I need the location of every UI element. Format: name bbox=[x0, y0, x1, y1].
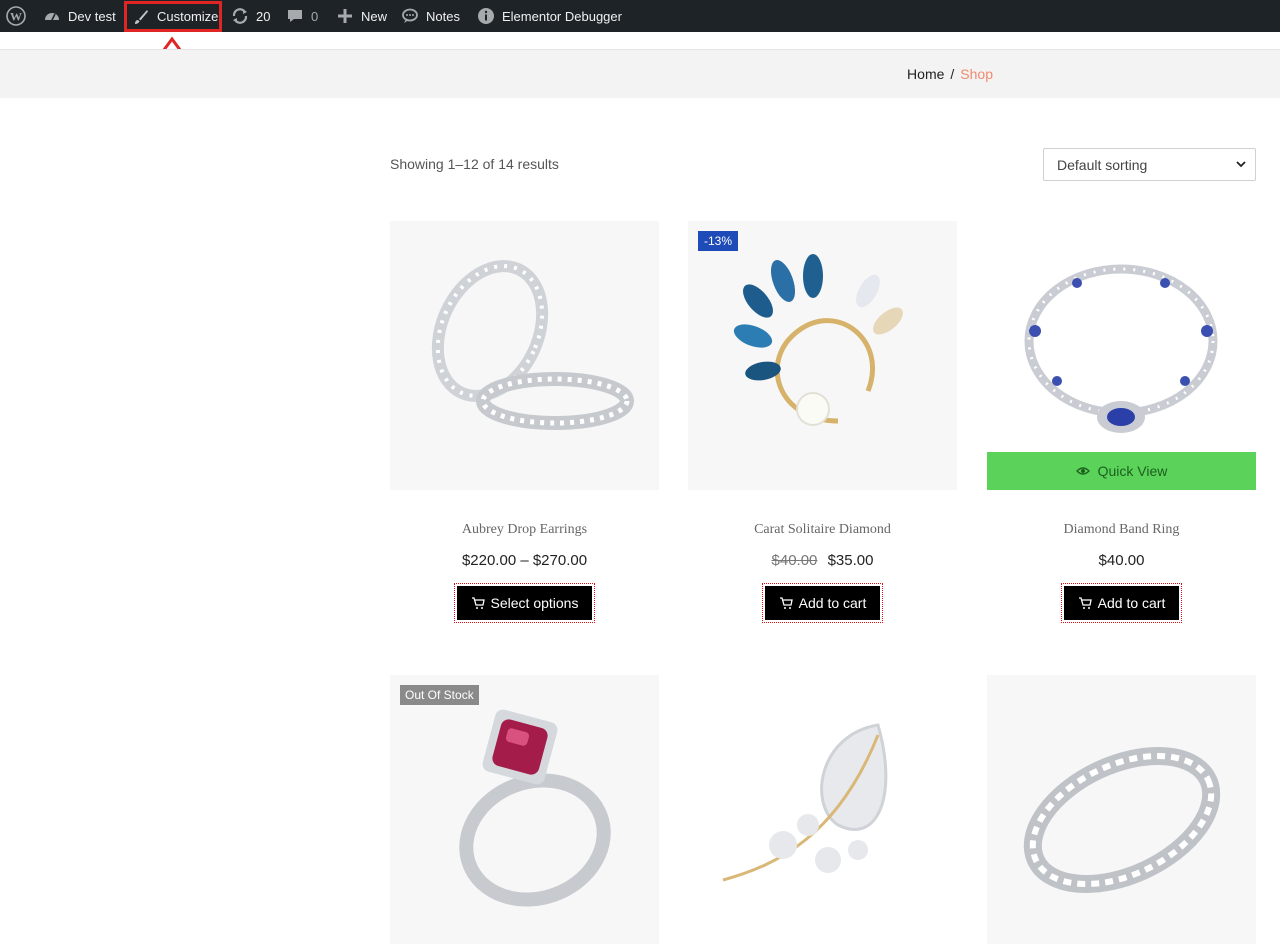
site-name-menu[interactable]: Dev test bbox=[42, 0, 116, 32]
product-image[interactable]: Quick View bbox=[987, 221, 1256, 490]
product-title[interactable]: Diamond Band Ring bbox=[987, 522, 1256, 538]
chevron-down-icon bbox=[1236, 161, 1246, 168]
quick-view-label: Quick View bbox=[1097, 463, 1168, 479]
new-content-link[interactable]: New bbox=[335, 0, 387, 32]
site-name-label: Dev test bbox=[68, 8, 116, 24]
ring-pair-image bbox=[431, 260, 634, 430]
comments-link[interactable]: 0 bbox=[285, 0, 318, 32]
product-card: Out Of Stock bbox=[390, 675, 659, 944]
svg-text:W: W bbox=[10, 10, 22, 24]
updates-icon bbox=[230, 6, 250, 26]
dashboard-icon bbox=[42, 6, 62, 26]
product-card: -13% Carat Solitaire Diamond $40.00 $35.… bbox=[688, 221, 957, 623]
add-to-cart-button[interactable]: Add to cart bbox=[761, 583, 884, 623]
customize-link[interactable]: Customize bbox=[124, 1, 222, 32]
product-image[interactable]: -13% bbox=[688, 221, 957, 490]
notes-icon bbox=[400, 6, 420, 26]
select-options-button[interactable]: Select options bbox=[453, 583, 596, 623]
product-price: $40.00 $35.00 bbox=[688, 552, 957, 569]
button-label: Select options bbox=[490, 595, 579, 611]
product-price: $220.00 – $270.00 bbox=[461, 552, 588, 569]
bracelet-image bbox=[1024, 264, 1218, 433]
notes-link[interactable]: Notes bbox=[400, 0, 460, 32]
product-title[interactable]: Aubrey Drop Earrings bbox=[390, 522, 659, 538]
product-image[interactable] bbox=[688, 675, 957, 944]
result-count: Showing 1–12 of 14 results bbox=[390, 156, 559, 172]
breadcrumb-current: Shop bbox=[960, 66, 993, 82]
breadcrumb-home-link[interactable]: Home bbox=[907, 66, 944, 82]
product-image[interactable] bbox=[987, 675, 1256, 944]
ruby-ring-image bbox=[459, 709, 611, 907]
add-to-cart-button[interactable]: Add to cart bbox=[1060, 583, 1183, 623]
product-image[interactable] bbox=[390, 221, 659, 490]
sale-badge: -13% bbox=[698, 231, 739, 251]
updates-count: 20 bbox=[256, 8, 271, 24]
debugger-label: Elementor Debugger bbox=[502, 8, 622, 24]
cart-icon bbox=[471, 597, 485, 609]
eye-icon bbox=[1075, 467, 1090, 475]
wordpress-logo-icon[interactable]: W bbox=[6, 0, 26, 32]
product-price: $40.00 bbox=[1098, 552, 1145, 569]
sort-select[interactable]: Default sorting bbox=[1043, 148, 1256, 181]
elementor-debugger-link[interactable]: Elementor Debugger bbox=[476, 0, 622, 32]
button-label: Add to cart bbox=[1097, 595, 1166, 611]
info-icon bbox=[476, 6, 496, 26]
notes-label: Notes bbox=[426, 8, 460, 24]
cart-icon bbox=[779, 597, 793, 609]
button-label: Add to cart bbox=[798, 595, 867, 611]
breadcrumb-bar: Home / Shop bbox=[0, 49, 1280, 98]
product-old-price: $40.00 bbox=[771, 552, 818, 569]
customize-label: Customize bbox=[157, 9, 219, 24]
product-image[interactable]: Out Of Stock bbox=[390, 675, 659, 944]
quick-view-button[interactable]: Quick View bbox=[987, 452, 1256, 490]
comments-count: 0 bbox=[311, 8, 319, 24]
product-card bbox=[688, 675, 957, 944]
band-ring-image bbox=[1023, 746, 1221, 894]
brooch-image bbox=[733, 254, 903, 426]
breadcrumb-separator: / bbox=[950, 66, 955, 82]
comment-icon bbox=[285, 6, 305, 26]
leaf-brooch-image bbox=[722, 723, 888, 882]
plus-icon bbox=[335, 6, 355, 26]
out-of-stock-badge: Out Of Stock bbox=[400, 685, 479, 705]
product-title[interactable]: Carat Solitaire Diamond bbox=[688, 522, 957, 538]
breadcrumb: Home / Shop bbox=[907, 66, 993, 82]
updates-link[interactable]: 20 bbox=[230, 0, 270, 32]
cart-icon bbox=[1078, 597, 1092, 609]
sort-select-value: Default sorting bbox=[1057, 156, 1148, 173]
product-card bbox=[987, 675, 1256, 944]
product-card: Aubrey Drop Earrings $220.00 – $270.00 S… bbox=[390, 221, 659, 623]
paintbrush-icon bbox=[131, 7, 151, 27]
admin-bar: W Dev test Customize 20 0 New Notes Elem… bbox=[0, 0, 1280, 32]
new-label: New bbox=[361, 8, 388, 24]
product-sale-price: $35.00 bbox=[827, 552, 874, 569]
product-card: Quick View Diamond Band Ring $40.00 Add … bbox=[987, 221, 1256, 623]
